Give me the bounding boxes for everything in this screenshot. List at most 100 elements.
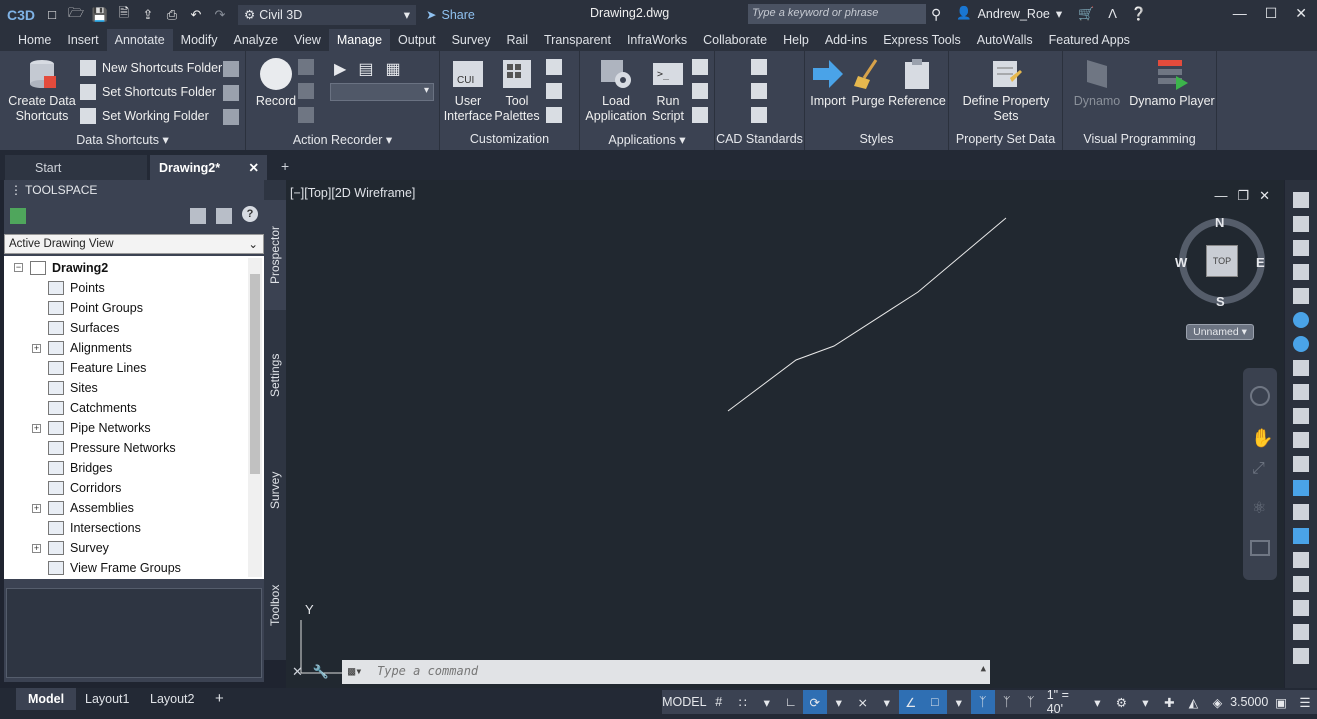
hardware-acceleration-icon[interactable]: ◈ xyxy=(1205,690,1229,714)
minimize-icon[interactable]: — xyxy=(1233,5,1247,22)
user-menu[interactable]: 👤 Andrew_Roe ▾ xyxy=(956,6,1062,21)
tool-icon-18[interactable] xyxy=(1293,600,1309,616)
tool-icon-11[interactable] xyxy=(1293,432,1309,448)
panel-title-applications[interactable]: Applications ▾ xyxy=(580,132,714,148)
tree-item-points[interactable]: Points xyxy=(48,278,105,298)
redo-icon[interactable]: ↷ xyxy=(210,5,230,25)
purge-styles-button[interactable]: Purge xyxy=(849,57,887,109)
import-styles-button[interactable]: Import xyxy=(809,57,847,109)
auto-scale-icon[interactable]: ᛉ xyxy=(995,690,1019,714)
fullscreen-icon[interactable]: ▣ xyxy=(1269,690,1293,714)
configure-standards-icon[interactable] xyxy=(751,107,767,123)
close-tab-icon[interactable]: ✕ xyxy=(249,160,259,175)
tool-icon-8[interactable] xyxy=(1293,360,1309,376)
tree-item-corridors[interactable]: Corridors xyxy=(48,478,121,498)
share-button[interactable]: ➤ Share xyxy=(426,7,475,23)
save-icon[interactable]: 💾 xyxy=(90,5,110,25)
tool-icon-19[interactable] xyxy=(1293,624,1309,640)
object-snap-icon[interactable]: □ xyxy=(922,690,947,714)
tab-add-ins[interactable]: Add-ins xyxy=(817,29,875,51)
side-tab-survey[interactable]: Survey xyxy=(264,435,286,545)
tree-item-assemblies[interactable]: + Assemblies xyxy=(32,498,134,518)
export-icon[interactable]: ⇪ xyxy=(138,5,158,25)
tab-rail[interactable]: Rail xyxy=(498,29,536,51)
status-value[interactable]: 3.5000 xyxy=(1229,690,1269,714)
dynamo-player-button[interactable]: Dynamo Player xyxy=(1129,57,1215,109)
ortho-icon[interactable]: ∟ xyxy=(779,690,803,714)
tab-autowalls[interactable]: AutoWalls xyxy=(969,29,1041,51)
tree-item-pipe-networks[interactable]: + Pipe Networks xyxy=(32,418,151,438)
expand-icon[interactable]: + xyxy=(32,503,41,513)
cui-import-icon[interactable] xyxy=(546,59,562,75)
annotation-scale-value[interactable]: 1" = 40' xyxy=(1043,688,1086,716)
macro-edit-icon[interactable]: ▤ xyxy=(358,59,373,79)
comment-icon[interactable] xyxy=(298,59,314,75)
tool-icon-14[interactable] xyxy=(1293,504,1309,520)
tab-analyze[interactable]: Analyze xyxy=(225,29,285,51)
new-icon[interactable]: □ xyxy=(42,5,62,25)
save-as-icon[interactable]: 🗎 xyxy=(114,5,134,25)
tool-icon-10[interactable] xyxy=(1293,408,1309,424)
layout-tab-model[interactable]: Model xyxy=(16,688,77,710)
tool-icon-2[interactable] xyxy=(1293,216,1309,232)
steering-wheel-icon[interactable] xyxy=(1250,386,1270,406)
expand-icon[interactable]: + xyxy=(32,543,41,553)
expand-icon[interactable]: + xyxy=(32,423,41,433)
object-snap-tracking-icon[interactable]: ∠ xyxy=(898,690,923,714)
tree-item-view-frame-groups[interactable]: View Frame Groups xyxy=(48,558,181,578)
tool-icon-1[interactable] xyxy=(1293,192,1309,208)
tree-item-pressure-networks[interactable]: Pressure Networks xyxy=(48,438,176,458)
vba-run-icon[interactable] xyxy=(692,107,708,123)
compass-east[interactable]: E xyxy=(1256,255,1265,270)
tree-item-bridges[interactable]: Bridges xyxy=(48,458,112,478)
isolate-objects-icon[interactable]: ◭ xyxy=(1181,690,1205,714)
app-logo[interactable]: C3D xyxy=(0,0,42,29)
layout-tab-layout1[interactable]: Layout1 xyxy=(73,688,141,710)
compass-north[interactable]: N xyxy=(1215,215,1224,230)
tab-featured-apps[interactable]: Featured Apps xyxy=(1041,29,1138,51)
define-property-sets-button[interactable]: Define Property Sets xyxy=(951,57,1061,124)
chevron-down-icon[interactable]: ▾ xyxy=(1085,690,1109,714)
chevron-down-icon[interactable]: ▾ xyxy=(827,690,851,714)
tool-icon-3[interactable] xyxy=(1293,240,1309,256)
associate-icon[interactable] xyxy=(223,109,239,125)
orbit-icon[interactable]: ⚛ xyxy=(1252,498,1266,518)
grid-icon[interactable]: # xyxy=(707,690,731,714)
viewcube-top-face[interactable]: TOP xyxy=(1206,245,1238,277)
zoom-icon[interactable]: ⤢ xyxy=(1252,460,1265,478)
workspace-dropdown[interactable]: ⚙ Civil 3D ▾ xyxy=(238,4,416,25)
lisp-icon[interactable] xyxy=(692,83,708,99)
hamburger-menu-icon[interactable]: ☰ xyxy=(1293,690,1317,714)
toolspace-item-view-icon[interactable] xyxy=(190,208,206,224)
cart-icon[interactable]: 🛒 xyxy=(1078,6,1094,22)
polar-tracking-icon[interactable]: ⟳ xyxy=(802,690,827,714)
toolspace-panel-icon[interactable] xyxy=(216,208,232,224)
pan-icon[interactable]: ✋ xyxy=(1251,428,1273,449)
insert-message-icon[interactable] xyxy=(298,83,314,99)
undo-icon[interactable]: ↶ xyxy=(186,5,206,25)
tab-output[interactable]: Output xyxy=(390,29,444,51)
gear-icon[interactable]: ⚙ xyxy=(1109,690,1133,714)
search-icon[interactable]: ⚲ xyxy=(931,6,941,23)
tab-transparent[interactable]: Transparent xyxy=(536,29,619,51)
vba-icon[interactable] xyxy=(692,59,708,75)
user-input-icon[interactable] xyxy=(298,107,314,123)
viewcube[interactable]: TOP xyxy=(1179,218,1265,304)
help-icon[interactable]: ❔ xyxy=(1131,6,1147,22)
panel-title-data-shortcuts[interactable]: Data Shortcuts ▾ xyxy=(0,132,245,148)
tree-scrollbar[interactable] xyxy=(248,258,262,577)
help-icon[interactable]: ? xyxy=(242,206,258,222)
tool-icon-9[interactable] xyxy=(1293,384,1309,400)
annotation-visibility-icon[interactable]: ᛉ xyxy=(970,690,995,714)
chevron-down-icon[interactable]: ▾ xyxy=(947,690,971,714)
panel-title-action-recorder[interactable]: Action Recorder ▾ xyxy=(246,132,439,148)
reference-styles-button[interactable]: Reference xyxy=(888,57,946,109)
drawing-canvas[interactable]: [−][Top][2D Wireframe] — ❐ ✕ Y TOP N S W… xyxy=(286,180,1284,688)
tab-home[interactable]: Home xyxy=(10,29,59,51)
tool-icon-4[interactable] xyxy=(1293,264,1309,280)
tab-start[interactable]: Start xyxy=(5,155,147,180)
close-command-line-icon[interactable]: ✕ xyxy=(292,664,303,680)
set-working-folder-button[interactable]: Set Working Folder xyxy=(80,108,209,124)
load-application-button[interactable]: Load Application xyxy=(584,57,648,124)
print-icon[interactable]: ⎙ xyxy=(162,5,182,25)
